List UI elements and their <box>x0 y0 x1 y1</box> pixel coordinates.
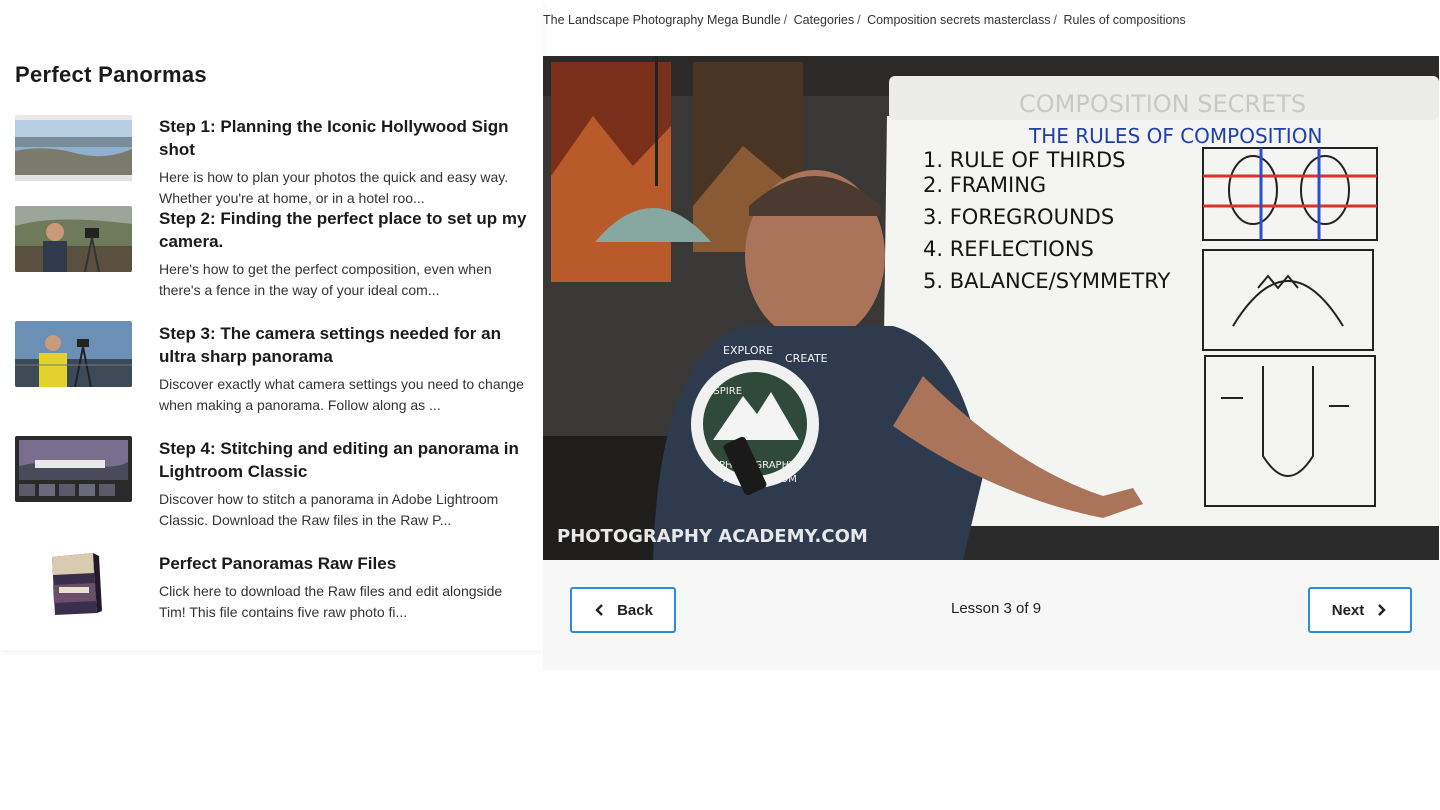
lesson-text-1: Step 1: Planning the Iconic Hollywood Si… <box>159 115 529 209</box>
lesson-title[interactable]: Step 1: Planning the Iconic Hollywood Si… <box>159 115 529 161</box>
lesson-text-2: Step 2: Finding the perfect place to set… <box>159 207 529 301</box>
lesson-description: Discover exactly what camera settings yo… <box>159 376 524 413</box>
video-watermark: PHOTOGRAPHY ACADEMY.COM <box>557 526 868 547</box>
lesson-thumbnail-3[interactable] <box>15 321 132 387</box>
lesson-description: Here's how to get the perfect compositio… <box>159 261 492 298</box>
shirt-text-2: CREATE <box>785 352 828 365</box>
lesson-counter: Lesson 3 of 9 <box>951 600 1042 617</box>
breadcrumb-separator: / <box>857 13 861 27</box>
video-player[interactable]: COMPOSITION SECRETS THE RULES OF COMPOSI… <box>543 56 1439 560</box>
board-item-3: 3. FOREGROUNDS <box>923 205 1114 229</box>
thumbnail-lightroom-screen <box>15 436 132 502</box>
board-item-5: 5. BALANCE/SYMMETRY <box>923 269 1170 293</box>
lesson-title[interactable]: Step 2: Finding the perfect place to set… <box>159 207 529 253</box>
lesson-text-3: Step 3: The camera settings needed for a… <box>159 322 529 416</box>
lesson-thumbnail-1[interactable] <box>15 115 132 181</box>
breadcrumb-separator: / <box>1053 13 1057 27</box>
breadcrumb-link-course[interactable]: Composition secrets masterclass <box>867 13 1050 27</box>
chevron-right-icon <box>1378 604 1386 616</box>
next-button-label: Next <box>1331 601 1365 619</box>
lesson-description: Discover how to stitch a panorama in Ado… <box>159 491 499 528</box>
lesson-text-4: Step 4: Stitching and editing an panoram… <box>159 437 529 531</box>
back-button-label: Back <box>617 601 653 619</box>
lesson-thumbnail-2[interactable] <box>15 206 132 272</box>
sidebar: Perfect Panormas Step 1: Planning the Ic… <box>0 0 543 650</box>
board-item-4: 4. REFLECTIONS <box>923 237 1094 261</box>
lesson-thumbnail-4[interactable] <box>15 436 132 502</box>
thumbnail-product-box <box>15 551 132 617</box>
lesson-navigation: Back Lesson 3 of 9 Next <box>543 560 1440 670</box>
board-item-1: 1. RULE OF THIRDS <box>923 148 1126 172</box>
breadcrumb-link-bundle[interactable]: The Landscape Photography Mega Bundle <box>543 13 781 27</box>
lesson-thumbnail-5[interactable] <box>15 551 132 617</box>
thumbnail-man-yellow-jacket <box>15 321 132 387</box>
breadcrumb-current: Rules of compositions <box>1063 13 1186 27</box>
breadcrumb-link-categories[interactable]: Categories <box>794 13 854 27</box>
shirt-text-3: INSPIRE <box>703 386 742 397</box>
chevron-left-icon <box>595 604 603 616</box>
board-header-text: COMPOSITION SECRETS <box>1019 90 1306 118</box>
lesson-description: Click here to download the Raw files and… <box>159 583 503 620</box>
lesson-text-5: Perfect Panoramas Raw Files Click here t… <box>159 552 529 623</box>
lesson-title[interactable]: Perfect Panoramas Raw Files <box>159 552 529 575</box>
thumbnail-city-view <box>15 115 132 181</box>
lesson-title[interactable]: Step 3: The camera settings needed for a… <box>159 322 529 368</box>
board-item-2: 2. FRAMING <box>923 173 1046 197</box>
lesson-title[interactable]: Step 4: Stitching and editing an panoram… <box>159 437 529 483</box>
thumbnail-man-with-camera <box>15 206 132 272</box>
video-frame: COMPOSITION SECRETS THE RULES OF COMPOSI… <box>543 56 1439 560</box>
breadcrumb-separator: / <box>783 13 788 27</box>
board-heading-text: THE RULES OF COMPOSITION <box>1028 124 1322 148</box>
shirt-text-1: EXPLORE <box>723 344 773 357</box>
sidebar-title: Perfect Panormas <box>15 62 207 87</box>
back-button[interactable]: Back <box>570 587 676 633</box>
lesson-description: Here is how to plan your photos the quic… <box>159 169 509 206</box>
next-button[interactable]: Next <box>1308 587 1412 633</box>
breadcrumb: The Landscape Photography Mega Bundle / C… <box>543 13 1186 27</box>
